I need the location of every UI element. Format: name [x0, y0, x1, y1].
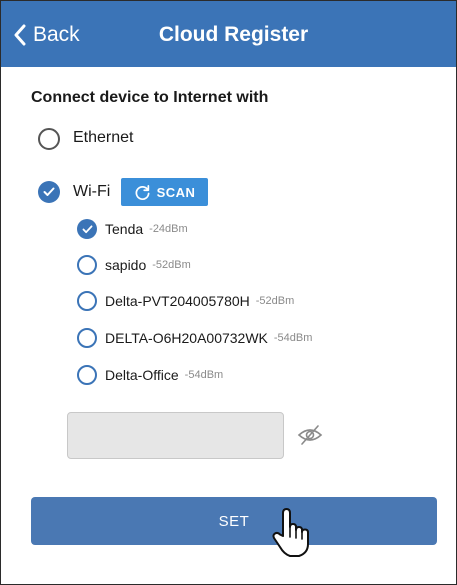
app-window: Back Cloud Register Connect device to In… — [0, 0, 457, 585]
network-item-tenda[interactable]: Tenda -24dBm — [77, 218, 188, 240]
network-name: DELTA-O6H20A00732WK — [105, 330, 268, 346]
network-radio[interactable] — [77, 328, 97, 348]
network-name: sapido — [105, 257, 147, 273]
set-label: SET — [218, 512, 250, 530]
network-name: Delta-PVT204005780H — [105, 293, 250, 309]
scan-label: SCAN — [156, 184, 196, 200]
network-signal: -52dBm — [255, 295, 295, 307]
checkmark-icon — [82, 224, 92, 233]
ethernet-label[interactable]: Ethernet — [73, 129, 133, 147]
network-radio[interactable] — [77, 255, 97, 275]
network-radio[interactable] — [77, 365, 97, 385]
network-signal: -52dBm — [152, 259, 191, 271]
network-item-delta-o6h[interactable]: DELTA-O6H20A00732WK -54dBm — [77, 327, 312, 349]
wifi-label[interactable]: Wi-Fi — [73, 183, 110, 201]
network-radio[interactable] — [77, 219, 97, 239]
header-bar: Back Cloud Register — [1, 1, 456, 67]
network-radio[interactable] — [77, 291, 97, 311]
network-item-sapido[interactable]: sapido -52dBm — [77, 254, 191, 276]
ethernet-radio[interactable] — [38, 128, 60, 150]
connect-heading: Connect device to Internet with — [31, 89, 269, 106]
network-item-delta-office[interactable]: Delta-Office -54dBm — [77, 364, 223, 386]
network-item-delta-pvt[interactable]: Delta-PVT204005780H -52dBm — [77, 290, 294, 312]
network-name: Tenda — [105, 221, 144, 237]
checkmark-icon — [43, 187, 55, 196]
wifi-radio[interactable] — [38, 181, 60, 203]
password-visibility-toggle[interactable] — [297, 424, 323, 451]
hand-pointer-icon — [272, 508, 309, 557]
network-signal: -24dBm — [149, 223, 188, 235]
network-name: Delta-Office — [105, 367, 179, 383]
page-title: Cloud Register — [158, 23, 309, 46]
network-signal: -54dBm — [273, 332, 313, 344]
refresh-icon — [135, 184, 150, 200]
set-button[interactable]: SET — [31, 497, 437, 545]
eye-slash-icon — [297, 425, 323, 445]
password-field[interactable] — [67, 412, 284, 459]
network-signal: -54dBm — [184, 369, 224, 381]
scan-button[interactable]: SCAN — [121, 178, 208, 206]
